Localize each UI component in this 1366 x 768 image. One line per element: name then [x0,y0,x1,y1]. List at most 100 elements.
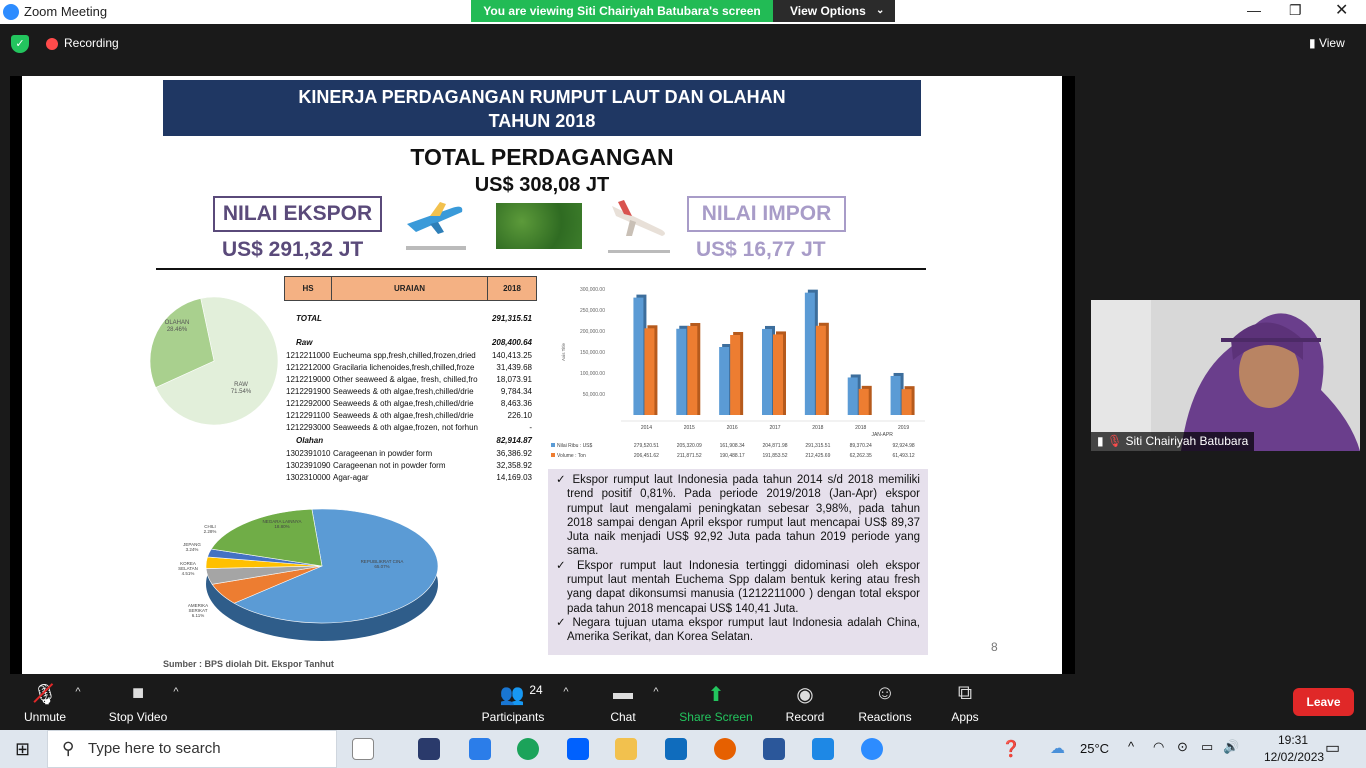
table-cell-value: 82,914.87 [496,436,532,445]
firefox-icon[interactable] [714,738,736,760]
shield-icon[interactable]: ✓ [11,35,29,53]
mail-icon[interactable] [665,738,687,760]
x-tick-label: 2019 [898,425,909,431]
table-header-hs: HS [284,276,332,301]
analysis-bullets: ✓ Ekspor rumput laut Indonesia pada tahu… [548,469,928,655]
table-cell-hs: 1212292000 [286,399,331,408]
table-cell-hs: 1212293000 [286,423,331,432]
table-cell-desc: Carageenan not in powder form [333,461,446,470]
volume-icon[interactable]: 🔊 [1223,739,1239,755]
zoom-icon[interactable] [861,738,883,760]
photos-icon[interactable] [812,738,834,760]
share-screen-button[interactable]: Share Screen [679,710,752,724]
file-explorer-icon[interactable] [615,738,637,760]
reactions-button[interactable]: Reactions [858,710,911,724]
export-label: NILAI EKSPOR [213,196,382,232]
chevron-up-icon[interactable]: ^ [173,686,178,698]
y-tick-label: 100,000.00 [580,371,605,377]
chevron-up-icon[interactable]: ^ [563,686,568,698]
chevron-up-icon[interactable]: ^ [75,686,80,698]
unmute-button[interactable]: Unmute [24,710,66,724]
stop-video-button[interactable]: Stop Video [109,710,168,724]
data-table-cell: 190,488.17 [720,453,745,459]
notifications-icon[interactable]: ▭ [1325,738,1340,758]
recording-label[interactable]: Recording [64,36,119,50]
participant-name: Siti Chairiyah Batubara [1125,434,1249,448]
table-cell-hs: 1212212000 [286,363,331,372]
dropbox-icon[interactable] [567,738,589,760]
battery-icon[interactable]: ▭ [1201,739,1213,755]
table-cell-value: 9,784.34 [500,387,532,396]
help-icon[interactable]: ❓ [1001,739,1021,759]
apps-button[interactable]: Apps [951,710,978,724]
maximize-icon[interactable]: ❐ [1289,2,1302,19]
y-tick-label: 300,000.00 [580,287,605,293]
legend-swatch [551,453,555,457]
data-table-cell: 291,315.51 [805,443,830,449]
participants-icon[interactable]: 👥 [500,682,525,707]
pie-value: 71.54% [231,389,252,395]
participants-button[interactable]: Participants [482,710,545,724]
wifi-icon[interactable]: ◠ [1153,739,1164,755]
windows-start-icon[interactable]: ⊞ [15,739,30,760]
clock-time[interactable]: 19:31 [1278,733,1308,747]
y-axis-title: Axis Title [561,343,566,362]
import-value: US$ 16,77 JT [696,238,826,261]
edge-icon[interactable] [517,738,539,760]
bar-value [762,328,772,415]
camera-icon[interactable]: ⊙ [1177,739,1188,755]
store-icon[interactable] [469,738,491,760]
word-icon[interactable] [763,738,785,760]
table-cell-desc: Seaweeds & oth algae,frozen, not forhun [333,423,478,432]
import-plane-icon [608,200,670,253]
export-plane-icon [406,202,466,250]
data-table-cell: 92,924.98 [892,443,914,449]
temperature-label[interactable]: 25°C [1080,741,1109,756]
record-button[interactable]: Record [786,710,825,724]
chevron-up-icon[interactable]: ^ [1128,739,1134,754]
table-header-2018: 2018 [487,276,537,301]
table-cell-hs: TOTAL [296,314,322,323]
raw-olahan-pie-chart: RAW71.54% OLAHAN28.46% [149,296,279,426]
weather-icon[interactable]: ☁ [1050,739,1065,757]
taskbar-search-input[interactable]: ⚲ Type here to search [47,730,337,768]
bar-value [719,346,730,415]
video-camera-icon[interactable]: ■ [132,682,144,705]
bullet-item: ✓ Ekspor rumput laut Indonesia tertinggi… [556,559,920,615]
meeting-toolbar: 🎙 ^ Unmute ■ ^ Stop Video 👥 24 ^ Partici… [0,674,1366,730]
table-cell-value: 36,386.92 [496,449,532,458]
table-cell-hs: 1302391010 [286,449,331,458]
close-icon[interactable]: ✕ [1335,0,1348,20]
table-cell-value: 8,463.36 [500,399,532,408]
view-button[interactable]: ▮ View [1309,36,1345,50]
pie-value: 4.51% [182,571,195,576]
minimize-icon[interactable]: — [1247,2,1261,18]
chat-button[interactable]: Chat [610,710,635,724]
view-options-button[interactable]: View Options ⌄ [773,0,895,22]
source-note: Sumber : BPS diolah Dit. Ekspor Tanhut [163,659,334,669]
bar-volume [687,326,698,415]
bar-volume [730,334,741,415]
table-cell-value: - [529,423,532,432]
share-screen-icon[interactable]: ⬆ [708,682,725,707]
record-icon[interactable]: ◉ [796,682,813,707]
muted-mic-icon[interactable]: 🎙 [32,682,58,707]
seaweed-photo [496,203,582,249]
app-icon[interactable] [418,738,440,760]
table-cell-hs: 1302310000 [286,473,331,482]
participant-silhouette [1091,300,1360,451]
data-table-cell: 62,262.35 [850,453,872,459]
chevron-up-icon[interactable]: ^ [653,686,658,698]
x-tick-label: 2018 [812,425,823,431]
chat-icon[interactable]: ▬ [613,682,633,705]
clock-date[interactable]: 12/02/2023 [1264,750,1324,764]
reactions-icon[interactable]: ☺ [875,682,895,705]
page-number: 8 [991,640,998,654]
task-view-icon[interactable] [352,738,374,760]
leave-button[interactable]: Leave [1293,688,1354,716]
apps-icon[interactable]: ⧉ [958,682,972,705]
y-tick-label: 50,000.00 [583,392,605,398]
y-tick-label: 200,000.00 [580,329,605,335]
participant-video[interactable] [1091,300,1360,451]
data-table-cell: 205,320.09 [677,443,702,449]
